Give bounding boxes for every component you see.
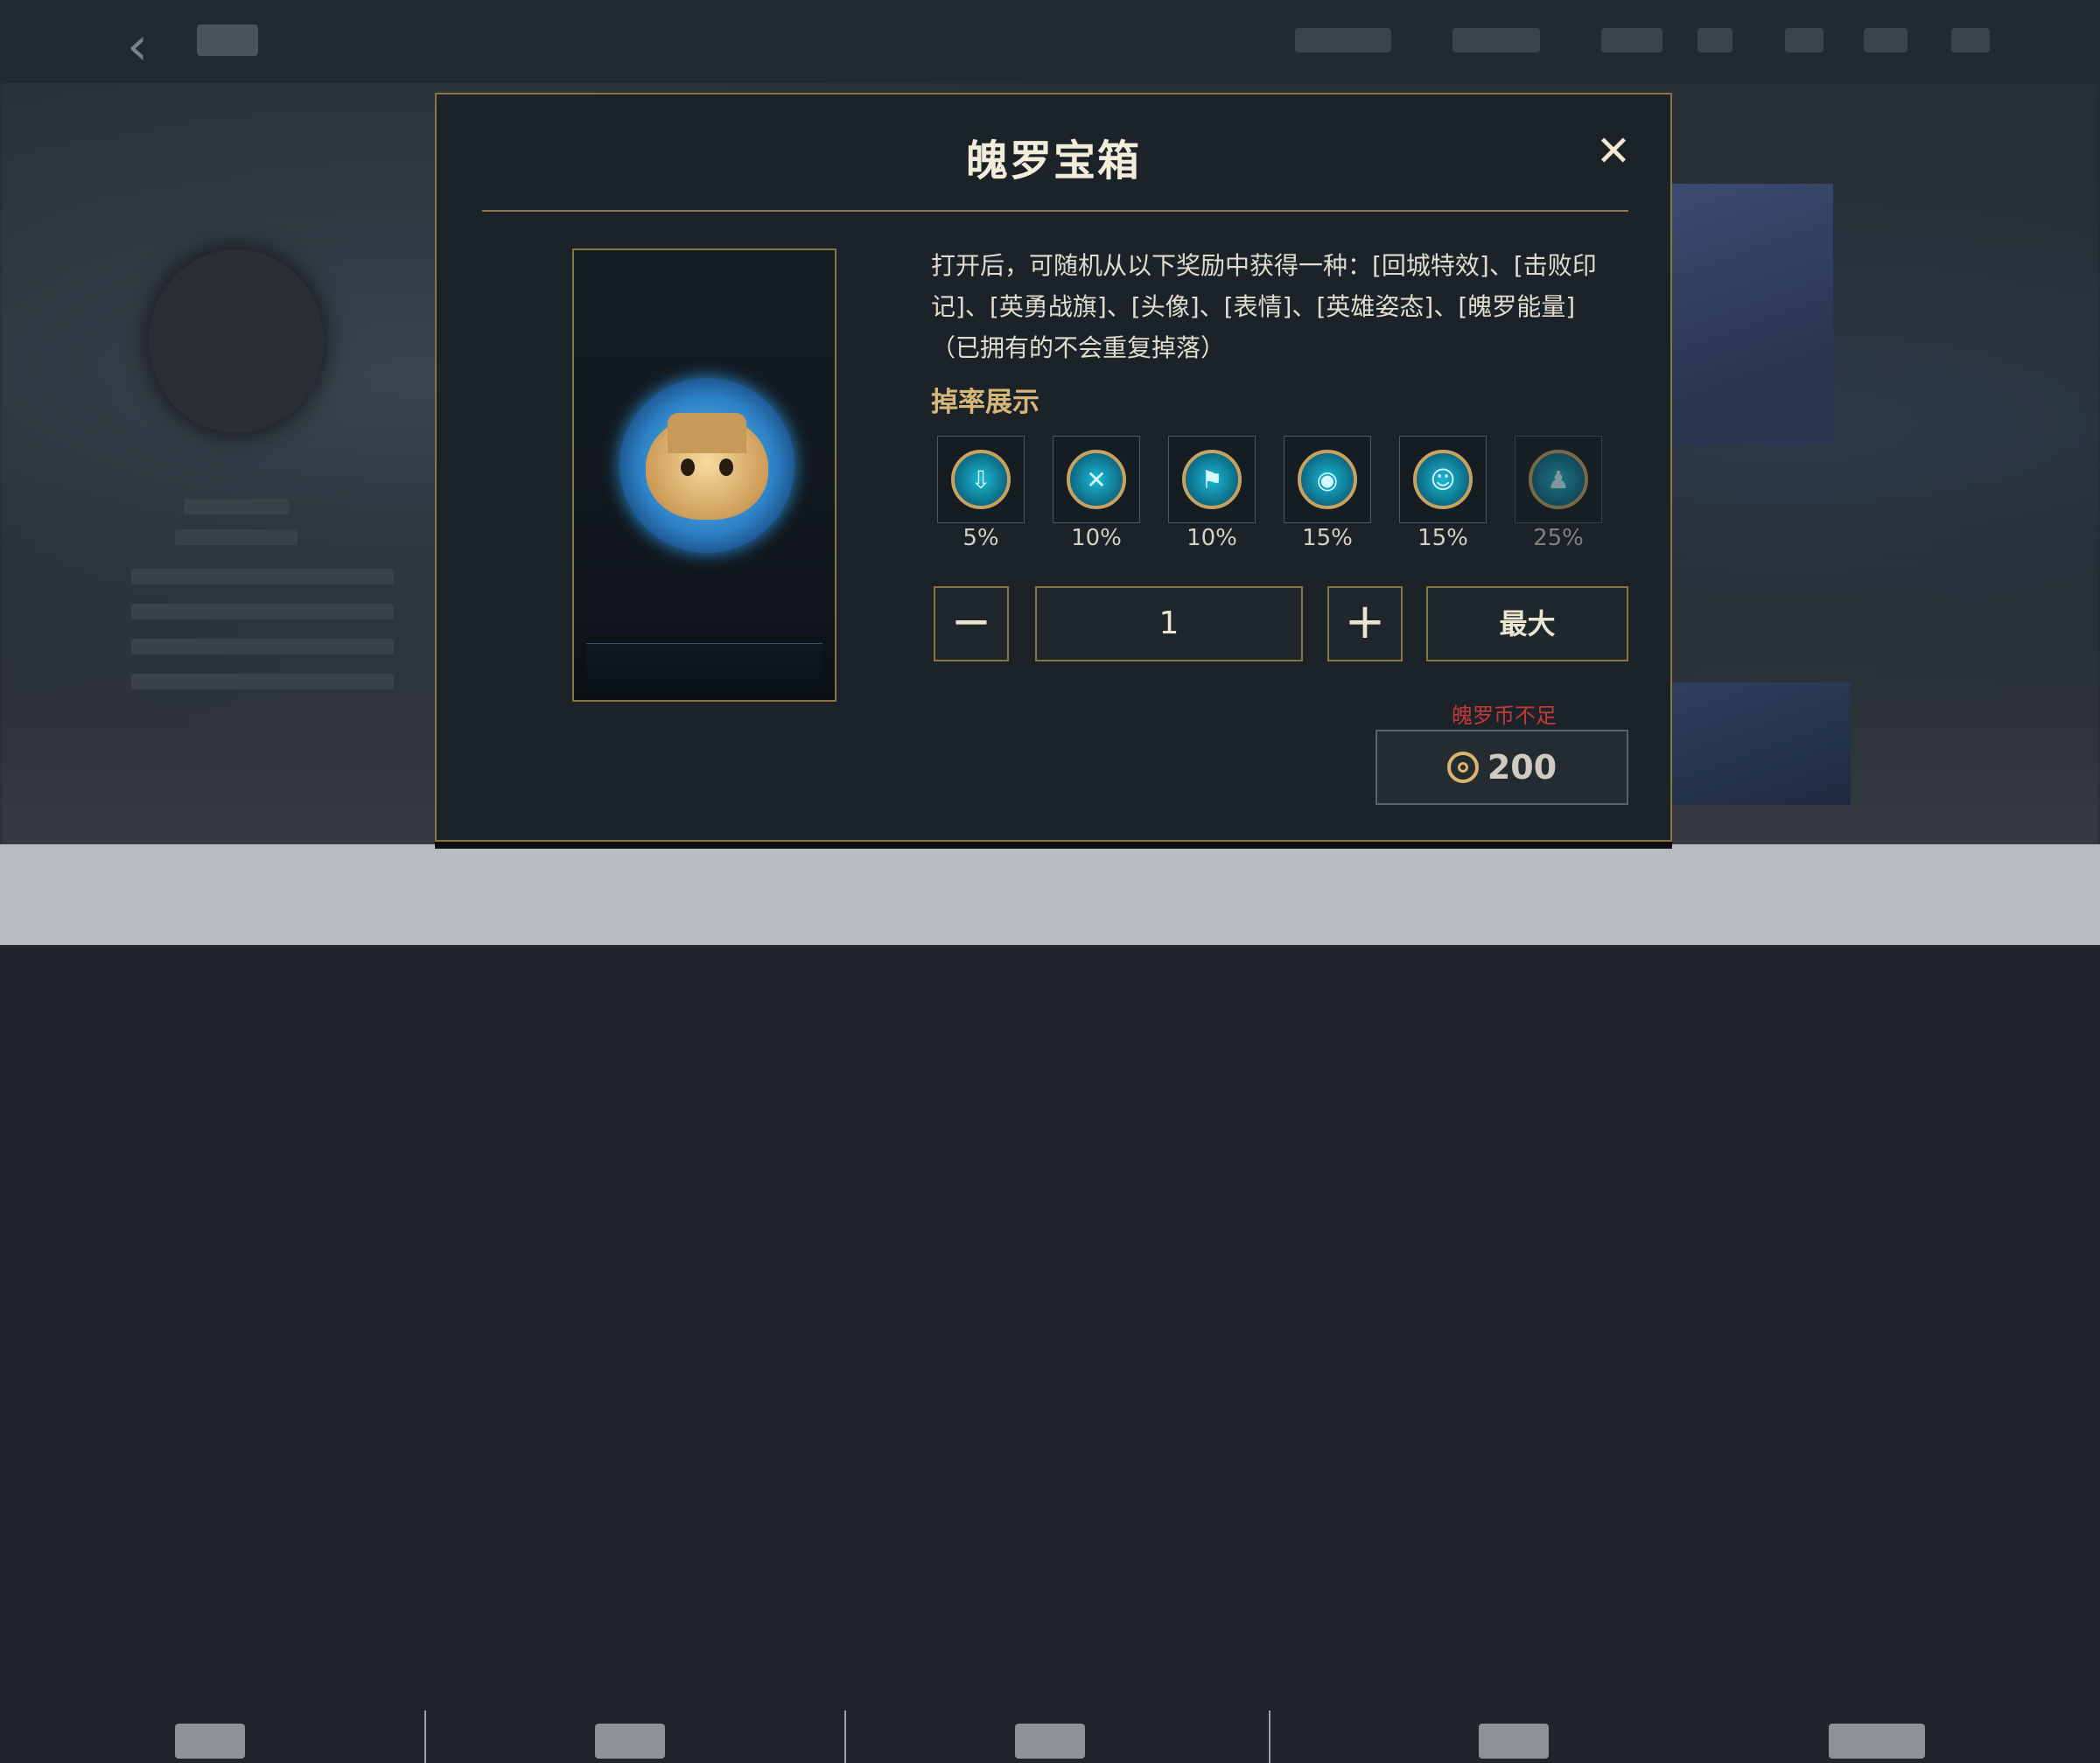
drop-rate-percent: 5%: [962, 525, 999, 551]
rate-icon-box: ☺: [1399, 436, 1487, 523]
drop-rate-percent: 10%: [1071, 525, 1122, 551]
rate-icon-box: ⚑: [1168, 436, 1256, 523]
close-icon[interactable]: ✕: [1592, 130, 1635, 175]
purchase-button[interactable]: 200: [1376, 730, 1628, 805]
chest-dialog: 魄罗宝箱 ✕ 打开后，可随机从以下奖励中获得一种：[回城特效]、[击败印记]、[…: [435, 93, 1672, 842]
drop-rate-item: ◉ 15%: [1284, 436, 1371, 551]
drop-rate-percent: 15%: [1418, 525, 1468, 551]
background-text: [131, 569, 394, 584]
pose-icon: ♟: [1529, 450, 1588, 509]
background-card: [1667, 184, 1833, 446]
increase-quantity-button[interactable]: +: [1327, 586, 1403, 661]
drop-rate-item: ⚑ 10%: [1168, 436, 1256, 551]
background-text: [131, 604, 394, 619]
top-icon: [1951, 28, 1990, 52]
max-quantity-button[interactable]: 最大: [1426, 586, 1628, 661]
rate-icon-box: ⇩: [937, 436, 1025, 523]
background-item-image: [149, 249, 324, 433]
recall-effect-icon: ⇩: [951, 450, 1011, 509]
bottom-tab[interactable]: [595, 1724, 665, 1759]
avatar-icon: ◉: [1298, 450, 1357, 509]
drop-rate-item: ⇩ 5%: [937, 436, 1025, 551]
divider: [1269, 1711, 1270, 1763]
rate-icon-box: ✕: [1053, 436, 1140, 523]
quantity-input[interactable]: 1: [1035, 586, 1303, 661]
top-bar: ‹: [0, 0, 2100, 83]
top-icon: [1601, 28, 1662, 52]
background-text: [184, 499, 289, 514]
bottom-tab[interactable]: [1479, 1724, 1549, 1759]
drop-rate-item: ☺ 15%: [1399, 436, 1487, 551]
poro-face: [646, 413, 768, 520]
currency-chip: [1452, 28, 1540, 52]
background-text: [131, 639, 394, 654]
bottom-tab[interactable]: [1829, 1724, 1925, 1759]
bottom-tab[interactable]: [1015, 1724, 1085, 1759]
defeat-mark-icon: ✕: [1067, 450, 1126, 509]
background-text: [131, 674, 394, 689]
rate-icon-box: ◉: [1284, 436, 1371, 523]
drop-rate-percent: 10%: [1186, 525, 1237, 551]
preview-pedestal: [586, 643, 822, 691]
back-arrow-icon[interactable]: ‹: [127, 16, 148, 77]
reward-description: 打开后，可随机从以下奖励中获得一种：[回城特效]、[击败印记]、[英勇战旗]、[…: [931, 251, 1597, 362]
title-divider: [482, 210, 1628, 212]
top-title-placeholder: [197, 24, 258, 56]
top-icon: [1698, 28, 1732, 52]
dialog-title: 魄罗宝箱: [965, 136, 1141, 185]
chest-preview: [572, 248, 836, 702]
poro-eye: [681, 458, 695, 476]
top-icon: [1785, 28, 1824, 52]
top-icon: [1864, 28, 1908, 52]
bottom-nav: [0, 844, 2100, 1763]
background-text: [175, 529, 298, 545]
poro-chest-icon: [620, 378, 794, 553]
purchase-price: 200: [1487, 748, 1558, 787]
poro-horn: [668, 413, 746, 453]
background-card: [1667, 682, 1851, 805]
poro-eye: [719, 458, 733, 476]
decrease-quantity-button[interactable]: −: [934, 586, 1009, 661]
banner-icon: ⚑: [1182, 450, 1242, 509]
insufficient-funds-text: 魄罗币不足: [1452, 703, 1557, 728]
emote-icon: ☺: [1413, 450, 1473, 509]
rate-icon-box: ♟: [1515, 436, 1602, 523]
drop-rate-percent: 25%: [1533, 525, 1584, 551]
divider: [424, 1711, 426, 1763]
drop-rate-title: 掉率展示: [931, 387, 1040, 418]
divider: [844, 1711, 846, 1763]
currency-chip: [1295, 28, 1391, 52]
drop-rate-item: ♟ 25%: [1515, 436, 1602, 551]
poro-coin-icon: [1446, 752, 1479, 783]
bottom-tab[interactable]: [175, 1724, 245, 1759]
drop-rate-percent: 15%: [1302, 525, 1353, 551]
drop-rate-item: ✕ 10%: [1053, 436, 1140, 551]
